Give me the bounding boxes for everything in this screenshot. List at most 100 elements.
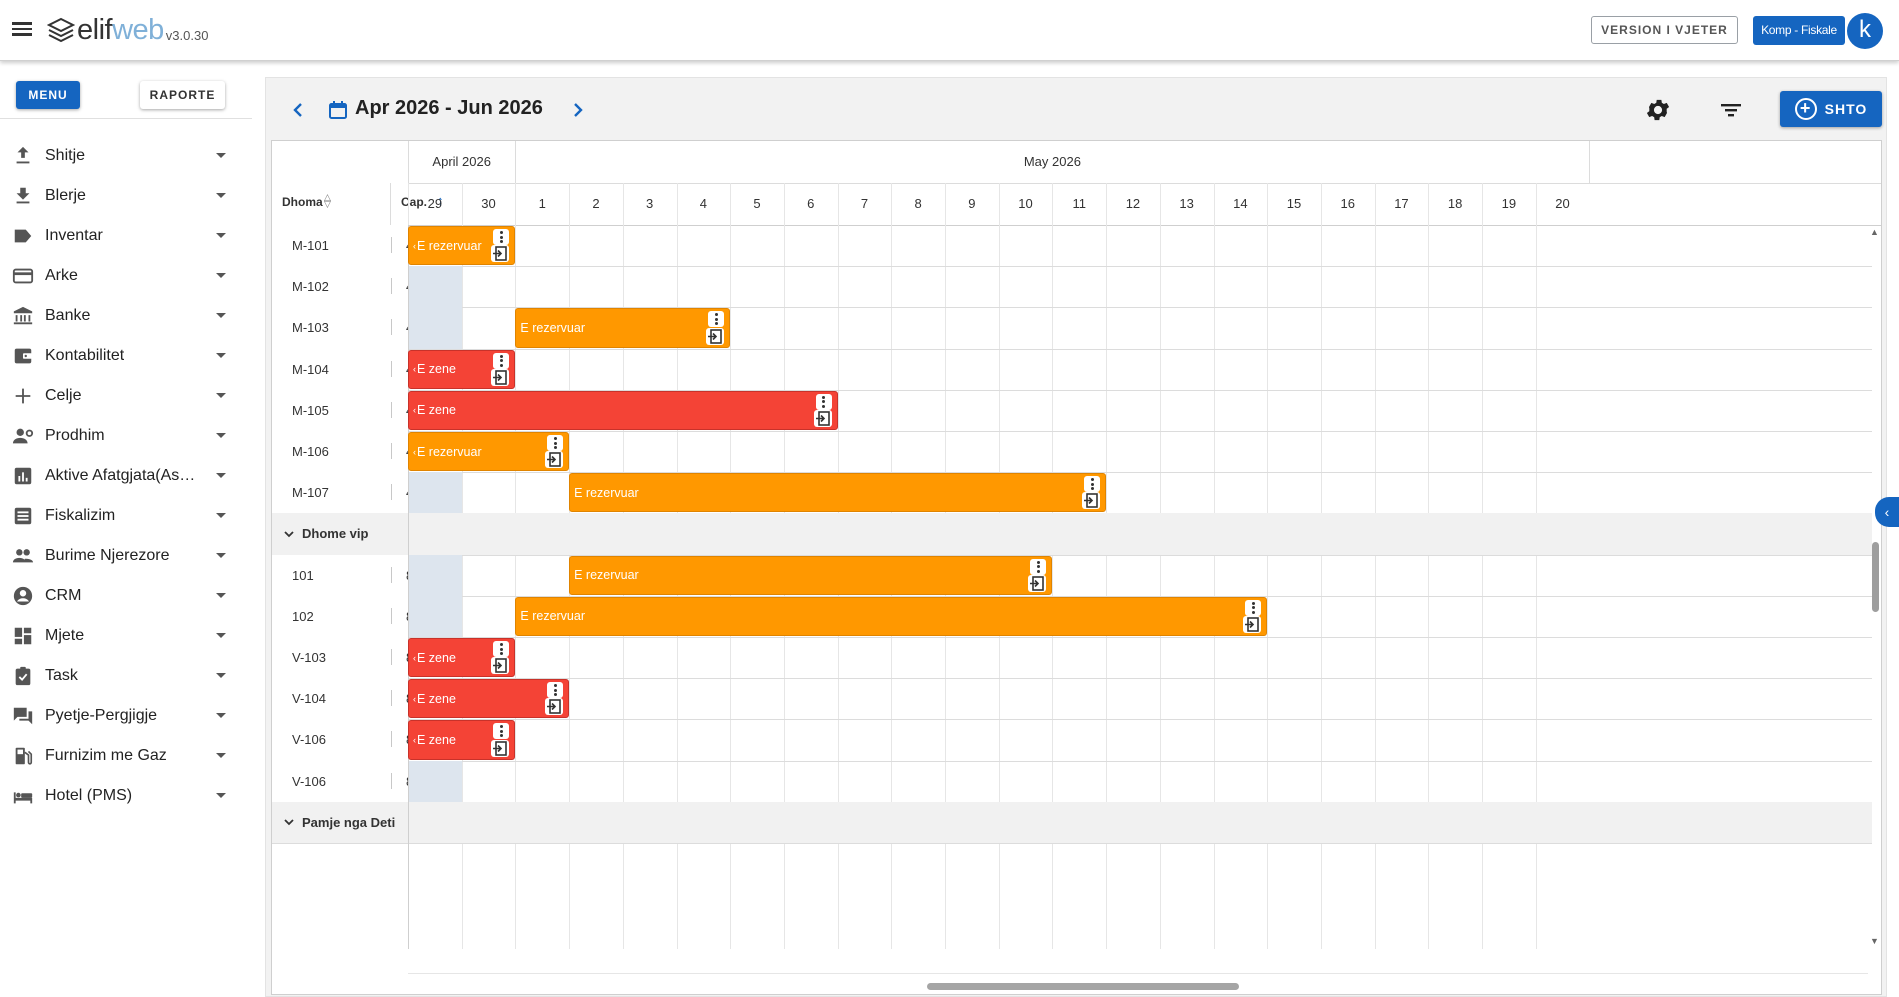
expand-caret-icon[interactable] (216, 473, 226, 478)
room-name[interactable]: V-104 (292, 691, 326, 706)
sidebar-item-arke[interactable]: Arke (0, 256, 252, 296)
company-selector-button[interactable]: Komp - Fiskale (1753, 16, 1845, 45)
booking-bar-occupied[interactable]: ‹ E zene (408, 349, 516, 389)
blocked-day-cell[interactable] (408, 472, 462, 514)
side-panel-toggle-chevron-icon[interactable]: ‹ (1875, 497, 1899, 527)
sort-toggle-icon[interactable]: △ ▽ (324, 193, 332, 209)
check-in-button[interactable] (706, 327, 725, 345)
expand-caret-icon[interactable] (216, 793, 226, 798)
blocked-day-cell[interactable] (408, 554, 462, 596)
group-header[interactable]: Dhome vip (284, 526, 368, 541)
sidebar-item-aktive-afatgjata-as[interactable]: Aktive Afatgjata(As… (0, 456, 252, 496)
calendar-icon[interactable] (328, 100, 348, 120)
sidebar-item-prodhim[interactable]: Prodhim (0, 416, 252, 456)
more-vert-icon[interactable] (493, 641, 510, 657)
booking-bar-reserved[interactable]: ‹ E rezervuar (408, 226, 516, 266)
settings-gear-icon[interactable] (1644, 96, 1672, 124)
sidebar-item-inventar[interactable]: Inventar (0, 216, 252, 256)
expand-caret-icon[interactable] (216, 553, 226, 558)
expand-caret-icon[interactable] (216, 273, 226, 278)
more-vert-icon[interactable] (708, 311, 725, 328)
sidebar-item-fiskalizim[interactable]: Fiskalizim (0, 496, 252, 536)
vertical-scrollbar-thumb[interactable] (1872, 542, 1879, 612)
check-in-button[interactable] (1243, 615, 1262, 633)
next-range-chevron-icon[interactable] (568, 98, 588, 122)
room-name[interactable]: V-106 (292, 732, 326, 747)
blocked-day-cell[interactable] (408, 595, 462, 637)
more-vert-icon[interactable] (547, 682, 564, 699)
room-name[interactable]: 102 (292, 609, 314, 624)
check-in-button[interactable] (491, 739, 510, 757)
reports-button[interactable]: RAPORTE (140, 81, 225, 109)
group-header[interactable]: Pamje nga Deti (284, 815, 395, 830)
booking-bar-occupied[interactable]: ‹ E zene (408, 638, 516, 678)
expand-caret-icon[interactable] (216, 313, 226, 318)
sidebar-item-pyetje-pergjigje[interactable]: Pyetje-Pergjigje (0, 696, 252, 736)
collapse-chevron-icon[interactable] (284, 817, 294, 827)
booking-bar-reserved[interactable]: E rezervuar (515, 596, 1268, 636)
check-in-button[interactable] (491, 657, 510, 675)
booking-bar-occupied[interactable]: ‹ E zene (408, 390, 838, 430)
sidebar-item-kontabilitet[interactable]: Kontabilitet (0, 336, 252, 376)
blocked-day-cell[interactable] (408, 760, 462, 802)
room-name[interactable]: V-106 (292, 774, 326, 789)
check-in-button[interactable] (1082, 492, 1101, 510)
user-avatar[interactable]: k (1847, 13, 1883, 49)
room-name[interactable]: 101 (292, 568, 314, 583)
room-name[interactable]: M-102 (292, 279, 329, 294)
room-name[interactable]: M-105 (292, 403, 329, 418)
expand-caret-icon[interactable] (216, 193, 226, 198)
room-name[interactable]: M-104 (292, 362, 329, 377)
booking-bar-occupied[interactable]: ‹ E zene (408, 720, 516, 760)
room-name[interactable]: M-103 (292, 320, 329, 335)
sidebar-item-task[interactable]: Task (0, 656, 252, 696)
more-vert-icon[interactable] (1084, 476, 1101, 493)
filter-icon[interactable] (1718, 98, 1744, 122)
expand-caret-icon[interactable] (216, 433, 226, 438)
sidebar-item-mjete[interactable]: Mjete (0, 616, 252, 656)
room-name[interactable]: V-103 (292, 650, 326, 665)
expand-caret-icon[interactable] (216, 713, 226, 718)
more-vert-icon[interactable] (815, 393, 832, 410)
add-booking-button[interactable]: + SHTO (1780, 91, 1882, 127)
horizontal-scrollbar-thumb[interactable] (927, 983, 1239, 990)
room-column-header[interactable]: Dhoma (282, 195, 323, 209)
expand-caret-icon[interactable] (216, 353, 226, 358)
sidebar-item-celje[interactable]: Celje (0, 376, 252, 416)
sidebar-item-hotel-pms[interactable]: Hotel (PMS) (0, 776, 252, 816)
expand-caret-icon[interactable] (216, 513, 226, 518)
check-in-button[interactable] (813, 409, 832, 427)
expand-caret-icon[interactable] (216, 153, 226, 158)
more-vert-icon[interactable] (493, 723, 510, 740)
hamburger-menu-icon[interactable] (12, 19, 34, 41)
expand-caret-icon[interactable] (216, 633, 226, 638)
booking-bar-occupied[interactable]: ‹ E zene (408, 679, 570, 719)
sidebar-item-crm[interactable]: CRM (0, 576, 252, 616)
blocked-day-cell[interactable] (408, 266, 462, 308)
check-in-button[interactable] (545, 698, 564, 716)
sidebar-item-banke[interactable]: Banke (0, 296, 252, 336)
check-in-button[interactable] (491, 368, 510, 386)
booking-bar-reserved[interactable]: E rezervuar (515, 308, 731, 348)
expand-caret-icon[interactable] (216, 753, 226, 758)
menu-button[interactable]: MENU (16, 81, 80, 109)
room-name[interactable]: M-106 (292, 444, 329, 459)
expand-caret-icon[interactable] (216, 593, 226, 598)
check-in-button[interactable] (491, 245, 510, 263)
sidebar-item-burime-njerezore[interactable]: Burime Njerezore (0, 536, 252, 576)
collapse-chevron-icon[interactable] (284, 529, 294, 539)
room-name[interactable]: M-101 (292, 238, 329, 253)
expand-caret-icon[interactable] (216, 233, 226, 238)
previous-range-chevron-icon[interactable] (288, 98, 308, 122)
room-name[interactable]: M-107 (292, 485, 329, 500)
sidebar-item-blerje[interactable]: Blerje (0, 176, 252, 216)
booking-bar-reserved[interactable]: E rezervuar (569, 473, 1107, 513)
check-in-button[interactable] (1028, 574, 1047, 592)
sidebar-item-shitje[interactable]: Shitje (0, 136, 252, 176)
sidebar-item-furnizim-me-gaz[interactable]: Furnizim me Gaz (0, 736, 252, 776)
blocked-day-cell[interactable] (408, 307, 462, 349)
more-vert-icon[interactable] (493, 352, 510, 369)
app-logo[interactable]: elif web v3.0.30 (47, 14, 208, 46)
booking-bar-reserved[interactable]: E rezervuar (569, 555, 1053, 595)
scroll-down-arrow-icon[interactable]: ▼ (1870, 936, 1879, 946)
